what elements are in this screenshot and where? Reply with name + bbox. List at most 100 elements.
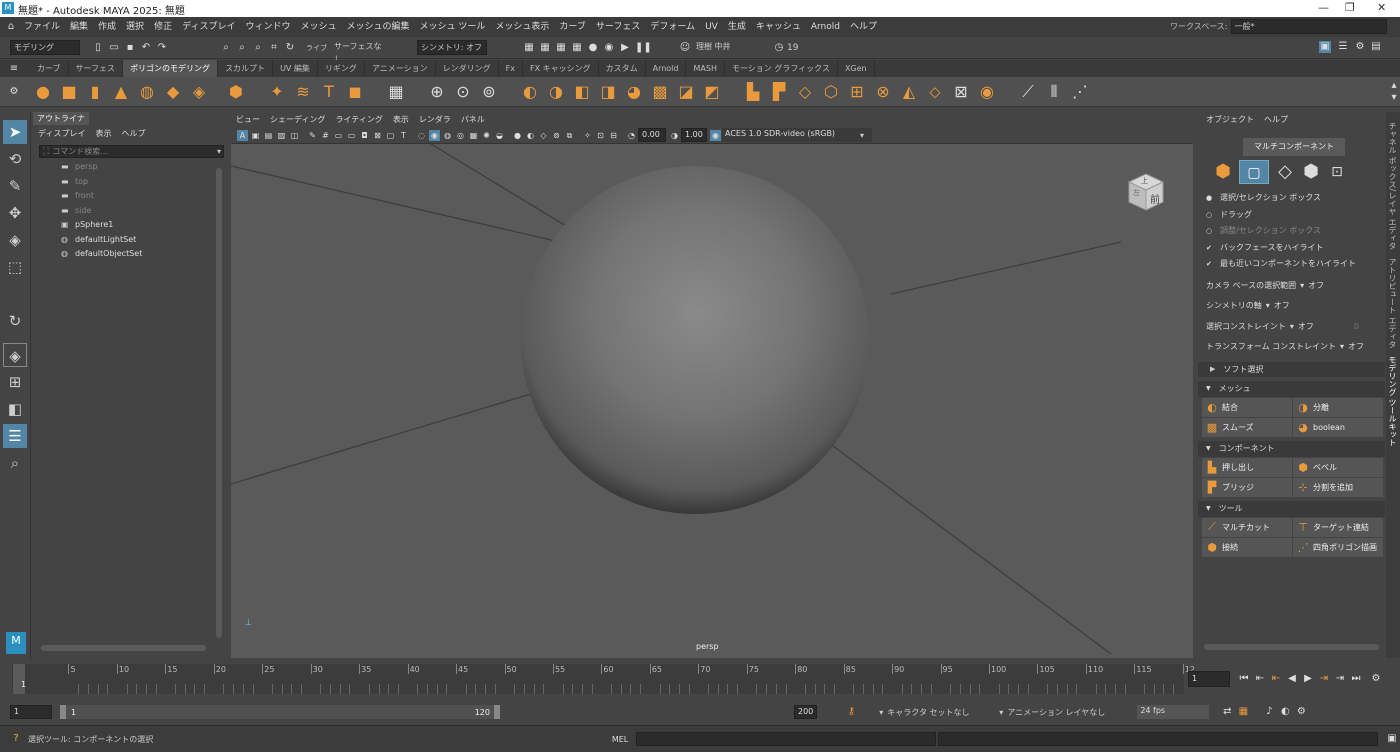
maya-home-icon[interactable]: M [6,632,26,654]
depth-of-field-icon[interactable]: ⊚ [551,130,562,141]
safe-action-icon[interactable]: ▢ [385,130,396,141]
last-tool-icon[interactable]: ↻ [3,309,27,333]
outliner-menu-item[interactable]: 表示 [90,128,116,139]
menu-item[interactable]: ウィンドウ [240,17,295,37]
xray-icon[interactable]: ◎ [455,130,466,141]
toolkit-section-header[interactable]: ▼ コンポーネント [1198,440,1385,457]
extract-icon[interactable]: ◧ [572,82,592,102]
grid-icon[interactable]: # [320,130,331,141]
image-plane-icon[interactable]: ▨ [276,130,287,141]
side-tab[interactable]: アトリビュート エディタ [1387,254,1398,353]
face-mode-icon[interactable]: ⬢ [1301,162,1321,182]
toolkit-button[interactable]: ▙ 押し出し [1202,457,1292,477]
toolkit-setting-value[interactable]: オフ [1298,317,1314,338]
shelf-tab[interactable]: FX キャッシング [523,60,599,77]
exposure-icon[interactable]: ◔ [626,130,637,141]
platonic-solid-icon[interactable]: ⬢ [226,82,246,102]
paint-select-tool-icon[interactable]: ✎ [3,174,27,198]
toolkit-option[interactable]: ○ 調整/セレクション ボックス [1198,223,1385,240]
smooth-shade-icon[interactable]: ◉ [429,129,440,141]
outliner-vscrollbar[interactable] [216,168,222,638]
tool-settings-toggle-icon[interactable]: ⚙ [1354,41,1366,53]
soft-select-section[interactable]: ▶ ソフト選択 [1198,361,1385,377]
outliner-menu-item[interactable]: ヘルプ [116,128,150,139]
smooth-icon[interactable]: ◕ [624,82,644,102]
poly-plane-icon[interactable]: ◆ [163,82,183,102]
viewport-menu-item[interactable]: ビュー [231,112,265,127]
poke-icon[interactable]: ⬦ [925,82,945,102]
menu-item[interactable]: メッシュ表示 [490,17,554,37]
shelf-tab[interactable]: レンダリング [436,60,499,77]
poly-cylinder-icon[interactable]: ▮ [85,82,105,102]
shelf-tab[interactable]: スカルプト [218,60,274,77]
outliner-persp-icon[interactable]: ◧ [3,397,27,421]
menu-item[interactable]: デフォーム [645,17,700,37]
script-editor-icon[interactable]: ▣ [1386,733,1398,745]
type-text-icon[interactable]: T [319,82,339,102]
screen-space-ao-icon[interactable]: ● [512,130,523,141]
xray-joints-icon[interactable]: ✧ [582,130,593,141]
lasso-tool-icon[interactable]: ⟲ [3,147,27,171]
gamma-field[interactable]: 1.00 [681,128,707,142]
mirror-icon[interactable]: ◨ [598,82,618,102]
toolkit-button[interactable]: ⟋ マルチカット [1202,517,1292,537]
current-frame-marker[interactable] [13,664,25,694]
sweep-mesh-icon[interactable]: ≋ [293,82,313,102]
toolkit-setting[interactable]: カメラ ベースの選択範囲 ▾ オフ [1198,276,1385,297]
shelf-scroll-down-icon[interactable]: ▾ [1388,92,1400,104]
timeline-ruler[interactable]: 1 5 10 15 20 25 30 35 40 45 50 55 60 65 70 75 80 85 90 95 1… [12,664,1195,694]
toolkit-option[interactable]: ○ ドラッグ [1198,207,1385,224]
attribute-editor-toggle-icon[interactable]: ☰ [1337,41,1349,53]
toolkit-setting[interactable]: シンメトリの軸 ▾ オフ [1198,296,1385,317]
delete-edge-icon[interactable]: ⊠ [951,82,971,102]
move-tool-icon[interactable]: ✥ [3,201,27,225]
calculator-icon[interactable]: ▦ [386,82,406,102]
modeling-toolkit-toggle-icon[interactable]: ▣ [1319,41,1331,53]
outliner-menu-item[interactable]: ディスプレイ [33,128,90,139]
merge-icon[interactable]: ⊞ [847,82,867,102]
safe-title-icon[interactable]: T [398,130,409,141]
outliner-item[interactable]: ◍ defaultObjectSet [33,247,213,262]
step-back-key-icon[interactable]: ⇤ [1254,673,1266,685]
shelf-options-icon[interactable]: ⚙ [8,86,20,98]
toolkit-button[interactable]: ◕ boolean [1293,417,1383,437]
range-slider[interactable]: 1 120 [60,705,500,719]
toolkit-option[interactable]: ✔ 最も近いコンポーネントをハイライト [1198,256,1385,273]
colorspace-dropdown-icon[interactable]: ▾ [860,131,864,140]
gate-mask-icon[interactable]: ◘ [359,130,370,141]
channel-box-toggle-icon[interactable]: ▤ [1370,41,1382,53]
outliner-hscrollbar[interactable] [41,645,206,651]
new-scene-icon[interactable]: ▯ [92,42,104,54]
exposure-field[interactable]: 0.00 [638,128,666,142]
toolkit-section-header[interactable]: ▼ ツール [1198,500,1385,517]
reset-transform-icon[interactable]: ⊚ [479,82,499,102]
goto-start-icon[interactable]: ⏮ [1238,673,1250,685]
user-account-select[interactable]: 理樹 中井 [693,40,771,55]
bookmarks-icon[interactable]: ▤ [263,130,274,141]
anti-aliasing-icon[interactable]: ◇ [538,130,549,141]
toolkit-menu-item[interactable]: ヘルプ [1259,112,1293,128]
toolkit-setting[interactable]: トランスフォーム コンストレイント ▾ オフ [1198,337,1385,358]
2d-pan-icon[interactable]: ◫ [289,130,300,141]
shelf-tab[interactable]: モーション グラフィックス [725,60,838,77]
play-render-icon[interactable]: ▶ [619,42,631,54]
snap-grid-icon[interactable]: ⌗ [268,42,280,54]
workspace-select[interactable]: 一般* [1230,19,1387,34]
outliner-tab[interactable]: アウトライナ [33,112,89,125]
loop-icon[interactable]: ⇄ [1221,706,1233,718]
current-frame-field[interactable]: 1 [1188,671,1230,687]
render-settings-icon[interactable]: ▦ [571,42,583,54]
use-all-lights-icon[interactable]: ✺ [481,130,492,141]
film-gate-icon[interactable]: ▭ [333,130,344,141]
menu-item[interactable]: カーブ [554,17,590,37]
toolkit-button[interactable]: ◑ 分離 [1293,397,1383,417]
range-start-handle[interactable] [60,705,66,719]
select-tool-icon[interactable]: ➤ [3,120,27,144]
select-object-icon[interactable]: ⌕ [236,42,248,54]
checkbox-icon[interactable]: ✔ [1206,256,1220,273]
poly-torus-icon[interactable]: ◍ [137,82,157,102]
menu-item[interactable]: ヘルプ [845,17,882,37]
menu-item[interactable]: メッシュ [295,17,341,37]
viewport-menu-item[interactable]: シェーディング [265,112,330,127]
sphere-mesh[interactable] [521,166,869,514]
